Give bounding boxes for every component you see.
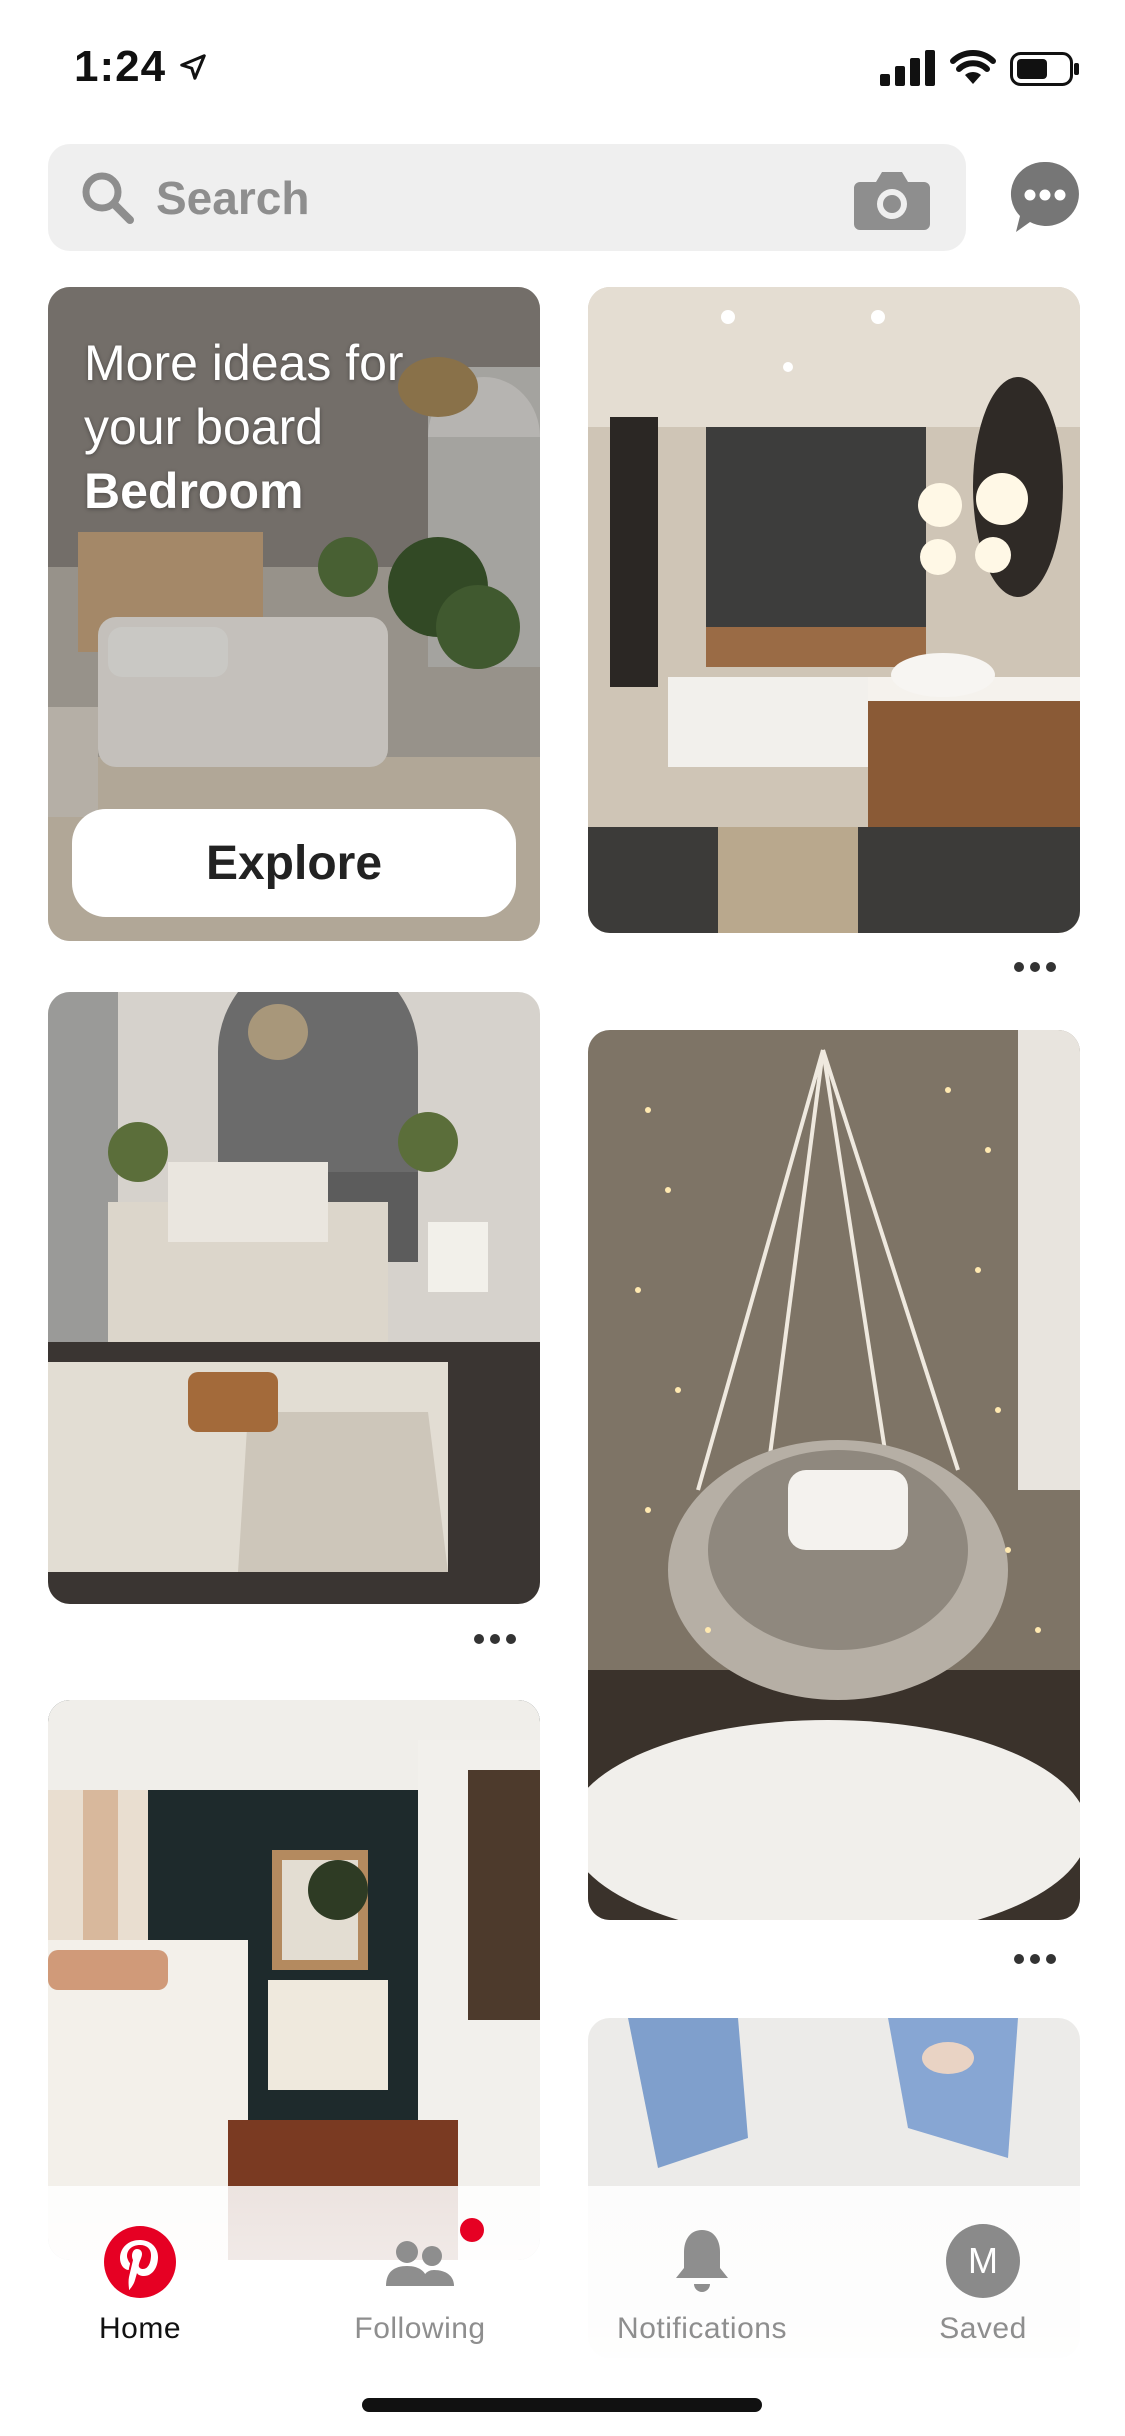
board-title-line-1: More ideas for — [84, 335, 404, 391]
wifi-icon — [950, 50, 996, 84]
status-bar: 1:24 — [0, 0, 1125, 130]
tab-following[interactable]: Following — [280, 2206, 560, 2346]
search-icon — [82, 172, 134, 224]
following-icon — [386, 2241, 454, 2286]
more-icon[interactable] — [1014, 960, 1058, 974]
bell-icon — [676, 2230, 728, 2292]
dark-bedroom-pin-image — [48, 1700, 540, 2260]
hanging-chair-pin-image — [588, 1030, 1080, 1920]
boho-bedroom-pin-image — [48, 992, 540, 1604]
pinterest-logo-icon — [104, 2226, 176, 2298]
tab-saved[interactable]: M Saved — [843, 2206, 1123, 2346]
camera-icon[interactable] — [854, 166, 930, 230]
tab-home[interactable]: Home — [0, 2206, 280, 2346]
tab-following-label: Following — [354, 2312, 486, 2345]
bathroom-pin-image — [588, 287, 1080, 933]
pin-dark-bedroom[interactable] — [48, 1700, 540, 2260]
tab-notifications-label: Notifications — [617, 2312, 787, 2345]
board-suggestion-title: More ideas for your board Bedroom — [84, 331, 504, 523]
more-icon[interactable] — [1014, 1952, 1058, 1966]
explore-button[interactable]: Explore — [72, 809, 516, 917]
following-notification-dot — [460, 2218, 484, 2242]
home-indicator — [362, 2398, 762, 2412]
search-input[interactable]: Search — [156, 170, 309, 226]
search-bar[interactable]: Search — [48, 144, 966, 251]
status-time: 1:24 — [74, 42, 167, 91]
pin-boho-bedroom[interactable] — [48, 992, 540, 1604]
board-name: Bedroom — [84, 463, 304, 519]
tab-notifications[interactable]: Notifications — [562, 2206, 842, 2346]
location-arrow-icon — [180, 54, 206, 80]
pin-hanging-chair[interactable] — [588, 1030, 1080, 1920]
tab-home-label: Home — [98, 2312, 182, 2345]
signal-icon — [880, 50, 935, 86]
battery-icon — [1010, 52, 1079, 86]
chat-icon[interactable] — [1010, 160, 1080, 234]
board-title-line-2: your board — [84, 399, 324, 455]
avatar: M — [946, 2224, 1020, 2298]
pin-bathroom[interactable] — [588, 287, 1080, 933]
tab-saved-label: Saved — [939, 2312, 1027, 2345]
more-icon[interactable] — [474, 1632, 518, 1646]
board-suggestion-card[interactable]: More ideas for your board Bedroom Explor… — [48, 287, 540, 941]
